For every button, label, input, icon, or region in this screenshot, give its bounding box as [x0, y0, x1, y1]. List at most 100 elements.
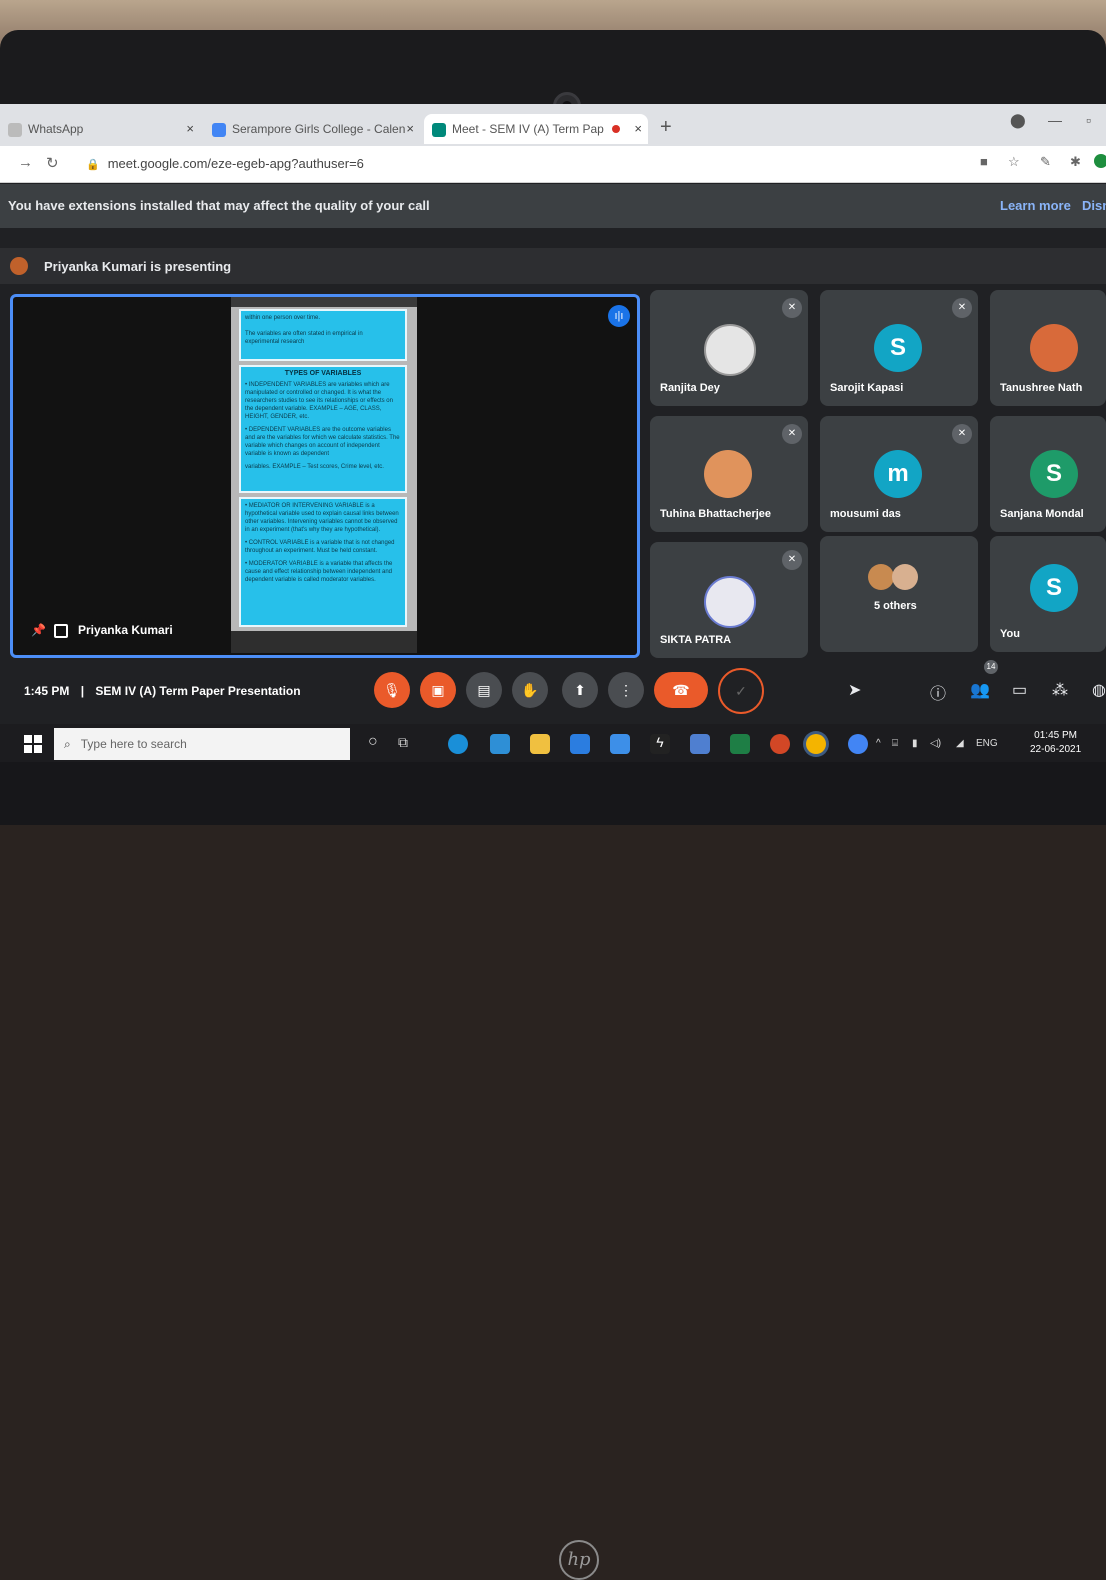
tray-expand-icon[interactable]: ^	[876, 738, 881, 749]
learn-more-link[interactable]: Learn more	[1000, 198, 1071, 213]
word-icon[interactable]	[690, 734, 710, 754]
present-icon: ⬆	[574, 682, 586, 698]
minimize-icon[interactable]: —	[1048, 112, 1062, 128]
avatar: S	[1030, 564, 1078, 612]
avatar[interactable]	[1094, 154, 1106, 168]
edge-icon[interactable]	[448, 734, 468, 754]
tab-close-icon[interactable]: ×	[634, 114, 642, 144]
file-explorer-icon[interactable]	[530, 734, 550, 754]
tab-close-icon[interactable]: ×	[186, 114, 194, 144]
tab-label: Serampore Girls College - Calen	[232, 122, 406, 136]
language-indicator[interactable]: ENG	[976, 738, 998, 749]
participant-tile[interactable]: S Sanjana Mondal	[990, 416, 1106, 532]
cortana-icon[interactable]: ○	[368, 733, 378, 751]
url-field[interactable]: 🔒 meet.google.com/eze-egeb-apg?authuser=6	[86, 152, 364, 176]
recording-dot-icon	[612, 125, 620, 133]
lock-icon: 🔒	[86, 159, 100, 171]
extension-icon[interactable]: ✎	[1040, 154, 1051, 170]
participant-name: Sanjana Mondal	[1000, 508, 1084, 520]
mic-off-icon: ✕	[952, 424, 972, 444]
battery-icon[interactable]: ▮	[912, 738, 918, 749]
maximize-icon[interactable]: ▫	[1086, 112, 1091, 128]
phone-nav-bar	[231, 631, 417, 653]
mail-icon[interactable]	[490, 734, 510, 754]
taskbar: ⌕ Type here to search ○ ⧉ ϟ ^ ⌸ ▮ ◁) ◢ EN…	[0, 724, 1106, 764]
store-icon[interactable]	[570, 734, 590, 754]
captions-button[interactable]: ▤	[466, 672, 502, 708]
avatar	[704, 324, 756, 376]
more-options-button[interactable]: ⋮	[608, 672, 644, 708]
reload-icon[interactable]: ↻	[46, 154, 59, 172]
participant-tile[interactable]: ✕ Tuhina Bhattacherjee	[650, 416, 808, 532]
meeting-controls-bar: 1:45 PM | SEM IV (A) Term Paper Presenta…	[0, 660, 1106, 720]
forward-icon[interactable]: →	[18, 154, 33, 171]
chat-icon[interactable]: ▭	[1012, 680, 1027, 700]
participant-tile[interactable]: ✕ Ranjita Dey	[650, 290, 808, 406]
self-tile[interactable]: S You	[990, 536, 1106, 652]
participant-tile[interactable]: S ✕ Sarojit Kapasi	[820, 290, 978, 406]
others-tile[interactable]: 5 others	[820, 536, 978, 652]
tab-label: Meet - SEM IV (A) Term Pap	[452, 122, 604, 136]
banner-message: You have extensions installed that may a…	[8, 198, 430, 213]
end-call-icon: ☎	[672, 682, 690, 698]
page1-line-1: within one person over time.	[245, 315, 321, 321]
presenter-name: Priyanka Kumari	[77, 623, 173, 637]
lock-icon[interactable]: ◍	[1092, 680, 1106, 700]
participant-tile[interactable]: ✕ SIKTA PATRA	[650, 542, 808, 658]
app-icon[interactable]: ϟ	[650, 734, 670, 754]
volume-icon[interactable]: ◁)	[930, 738, 941, 749]
windows-start-icon[interactable]	[24, 735, 42, 753]
tab-close-icon[interactable]: ×	[406, 114, 414, 144]
tab-label: WhatsApp	[28, 122, 84, 136]
excel-icon[interactable]	[730, 734, 750, 754]
check-button[interactable]: ✓	[718, 668, 764, 714]
avatar: S	[1030, 450, 1078, 498]
task-view-icon[interactable]: ⧉	[398, 734, 408, 751]
new-tab-button[interactable]: +	[660, 116, 672, 139]
bookmark-star-icon[interactable]: ☆	[1008, 154, 1020, 170]
document-page-1: within one person over time. The variabl…	[239, 309, 407, 361]
avatar	[892, 564, 918, 590]
taskbar-clock[interactable]: 01:45 PM 22-06-2021	[1030, 729, 1081, 757]
mic-off-icon: ✕	[782, 424, 802, 444]
chrome-icon[interactable]	[806, 734, 826, 754]
dropbox-icon[interactable]	[610, 734, 630, 754]
avatar	[704, 450, 752, 498]
participant-name: Tanushree Nath	[1000, 382, 1083, 394]
mic-off-icon: 🎙	[383, 682, 401, 698]
participant-name: Ranjita Dey	[660, 382, 720, 394]
tab-whatsapp[interactable]: WhatsApp ×	[0, 114, 200, 144]
people-icon[interactable]: 👥	[970, 680, 990, 700]
mic-toggle-button[interactable]: 🎙	[374, 672, 410, 708]
presentation-tile[interactable]: within one person over time. The variabl…	[10, 294, 640, 658]
clock-date: 22-06-2021	[1030, 744, 1082, 755]
captions-icon: ▤	[477, 682, 491, 698]
network-icon[interactable]: ⌸	[892, 738, 898, 749]
tab-meet[interactable]: Meet - SEM IV (A) Term Pap ×	[424, 114, 648, 144]
chrome-profile-icon[interactable]	[848, 734, 868, 754]
page2-line-1: • INDEPENDENT VARIABLES are variables wh…	[245, 382, 393, 420]
wifi-icon[interactable]: ◢	[956, 738, 964, 749]
document-page-3: • MEDIATOR OR INTERVENING VARIABLE is a …	[239, 497, 407, 627]
taskbar-search[interactable]: ⌕ Type here to search	[54, 728, 350, 760]
checkmark-icon: ✓	[735, 683, 747, 699]
activities-icon[interactable]: ⁂	[1052, 680, 1068, 700]
tab-college-calendar[interactable]: Serampore Girls College - Calen ×	[204, 114, 420, 144]
puzzle-icon[interactable]: ✱	[1070, 154, 1081, 170]
more-icon: ⋮	[619, 682, 633, 698]
shared-document: within one person over time. The variabl…	[231, 297, 417, 653]
camera-permission-icon[interactable]: ■	[980, 154, 988, 169]
participant-name: mousumi das	[830, 508, 901, 520]
powerpoint-icon[interactable]	[770, 734, 790, 754]
participant-tile[interactable]: m ✕ mousumi das	[820, 416, 978, 532]
raise-hand-button[interactable]: ✋	[512, 672, 548, 708]
pin-icon[interactable]: 📌	[31, 623, 46, 637]
speaking-indicator-icon: ı|ı	[608, 305, 630, 327]
participant-tile[interactable]: Tanushree Nath	[990, 290, 1106, 406]
end-call-button[interactable]: ☎	[654, 672, 708, 708]
dismiss-button[interactable]: Dism	[1082, 198, 1106, 213]
present-button[interactable]: ⬆	[562, 672, 598, 708]
profile-icon[interactable]: ⬤	[1010, 112, 1026, 129]
info-icon[interactable]: ⓘ	[930, 680, 946, 704]
camera-toggle-button[interactable]: ▣	[420, 672, 456, 708]
